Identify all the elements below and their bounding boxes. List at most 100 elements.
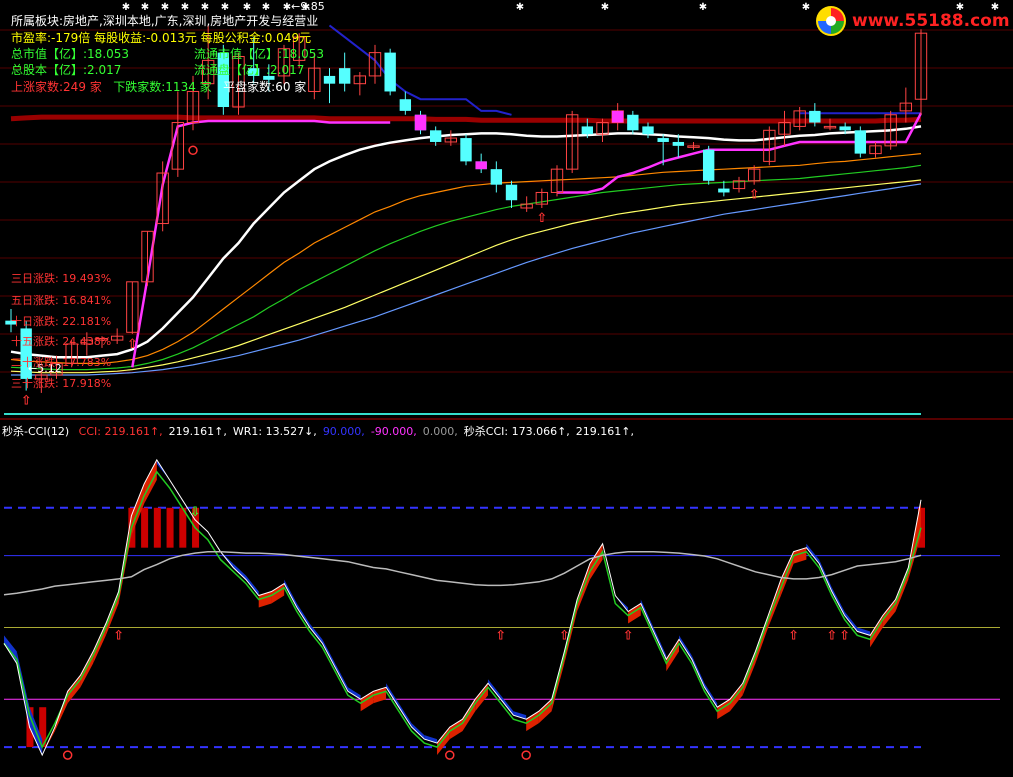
cci-buy-arrow: ⇧ [113,628,124,643]
cci-ribbon [538,699,552,724]
sector-info: 所属板块:房地产,深圳本地,广东,深圳,房地产开发与经营业 [11,14,319,28]
buy-arrow: ⇧ [749,188,760,203]
cci-ribbon [424,735,438,744]
star-marker: ✱ [262,2,270,13]
candle-body-down [338,68,351,84]
candle-body-down [384,52,396,92]
cci-ribbon [870,615,883,648]
shares-value: 2.017 [87,63,122,77]
cci-signal-circle [62,750,73,760]
candle-body-down [490,169,503,185]
flat-count: 60 [275,80,291,94]
stop-line [131,119,391,368]
down-count: 1134 [165,80,196,94]
indicator-name[interactable]: 秒杀-CCI(12) [2,425,69,438]
logo-text: www.55188.com [852,11,1010,31]
star-marker: ✱ [161,2,169,13]
float-shares-info: 流通盘【亿】:2.017 [194,63,305,77]
signal-circle [188,145,198,156]
sector-value: 房地产,深圳本地,广东,深圳,房地产开发与经营业 [63,14,319,28]
indicator-value-5: 0.000, [422,425,458,438]
valuation-info: 市盈率:-179倍 每股收益:-0.013元 每股公积金:0.049元 [11,31,312,45]
buy-arrow: ⇧ [127,337,138,352]
indicator-value-4: -90.000, [370,425,417,438]
cci-ribbon [4,635,17,664]
stat-20day: 二十涨跌: 17.783% [11,356,112,369]
star-marker: ✱ [122,2,130,13]
candle-body-highlight [475,161,487,170]
indicator-value-7: 219.161↑, [575,425,634,438]
star-marker: ✱ [243,2,251,13]
cci-ribbon [857,627,871,636]
indicator-value-6: 秒杀CCI: 173.066↑, [463,425,570,438]
stat-5day: 五日涨跌: 16.841% [11,294,112,307]
candle-body-down [854,130,867,154]
indicator-legend: 秒杀-CCI(12) CCI: 219.161↑, 219.161↑, WR1: 1… [2,423,634,439]
site-logo[interactable]: www.55188.com [812,4,1010,38]
eps-value: -0.013元 [146,31,197,45]
candle-body-down [718,188,730,193]
candle-body-down [505,184,518,201]
cci-sell-arrow: ⇩ [190,505,201,520]
candle-body-down [657,138,669,142]
candle-body-down [839,126,851,131]
indicator-value-0: CCI: 219.161↑, [78,425,163,438]
swirl-logo-icon [816,6,846,36]
candle-body-down [702,149,715,181]
indicator-value-1: 219.161↑, [168,425,227,438]
candle-body-down [460,138,472,162]
pe-value: -179倍 [51,31,91,45]
cci-ribbon [513,711,527,720]
stat-15day: 十五涨跌: 24.438% [11,335,112,348]
cci-buy-arrow: ⇧ [495,628,506,643]
stock-chart-window: ✱ ✱ ✱ ✱ ✱ ✱ ✱ ✱ ✱ ✱ ✱ ✱ ✱ ✱ ✱ ✱ ⇧ ⇧ ⇧ ⇧ ⇧ ⇧ ⇧ ⇧ ⇧ ⇧ ⇧ ⇩ 所属板块:房地产,深圳… [0,0,1013,777]
cci-ribbon [666,639,680,672]
star-marker: ✱ [802,2,810,13]
star-marker: ✱ [201,2,209,13]
high-price-label: ←9.85 [291,0,325,13]
candle-body-down [399,99,412,111]
star-marker: ✱ [699,2,707,13]
cci-buy-arrow: ⇧ [559,628,570,643]
candle-body-highlight [414,114,427,131]
indicator-values: CCI: 219.161↑, 219.161↑, WR1: 13.527↓, 90.0… [73,425,634,438]
candle-body-down [642,126,654,135]
market-cap-info: 总市值【亿】:18.053 [11,47,130,61]
cci-ribbon [462,699,476,732]
stat-3day: 三日涨跌: 19.493% [11,272,112,285]
buy-arrow: ⇧ [21,394,32,409]
candle-body-down [323,75,336,84]
buy-arrow: ⇧ [536,211,547,226]
float-cap-info: 流通市值【亿】:18.053 [194,47,325,61]
stat-10day: 十日涨跌: 22.181% [11,315,112,328]
star-marker: ✱ [283,2,291,13]
candle-body-highlight [611,110,624,123]
star-marker: ✱ [141,2,149,13]
market-cap-value: 18.053 [87,47,130,61]
cci-signal-circle [521,750,531,760]
candle-body-down [429,130,442,142]
cci-bar [153,507,161,548]
candle-body-down [627,114,639,131]
cci-ribbon [93,623,106,664]
star-marker: ✱ [181,2,189,13]
cci-bar [166,507,174,548]
up-count: 249 [63,80,86,94]
star-marker: ✱ [221,2,229,13]
cci-signal-circle [445,750,455,760]
indicator-value-3: 90.000, [322,425,365,438]
indicator-value-2: WR1: 13.527↓, [232,425,317,438]
star-marker: ✱ [601,2,609,13]
cci-ribbon [80,651,94,688]
cci-bar [141,507,149,548]
resistance-line [328,24,512,116]
candle-body-down [672,141,685,146]
candle-body-down [809,110,821,123]
cci-buy-arrow: ⇧ [623,628,634,643]
breadth-info: 上涨家数:249 家 下跌家数:1134 家 平盘家数:60 家 [11,80,307,94]
candle-body-down [581,126,594,135]
chart-canvas[interactable]: ✱ ✱ ✱ ✱ ✱ ✱ ✱ ✱ ✱ ✱ ✱ ✱ ✱ ✱ ✱ ✱⇧⇧⇧⇧⇧ ⇧ ⇧ ⇧ ⇧ ⇧ ⇧⇩ [0,0,1013,777]
star-marker: ✱ [516,2,524,13]
float-cap-value: 18.053 [282,47,325,61]
float-shares-value: 2.017 [270,63,305,77]
